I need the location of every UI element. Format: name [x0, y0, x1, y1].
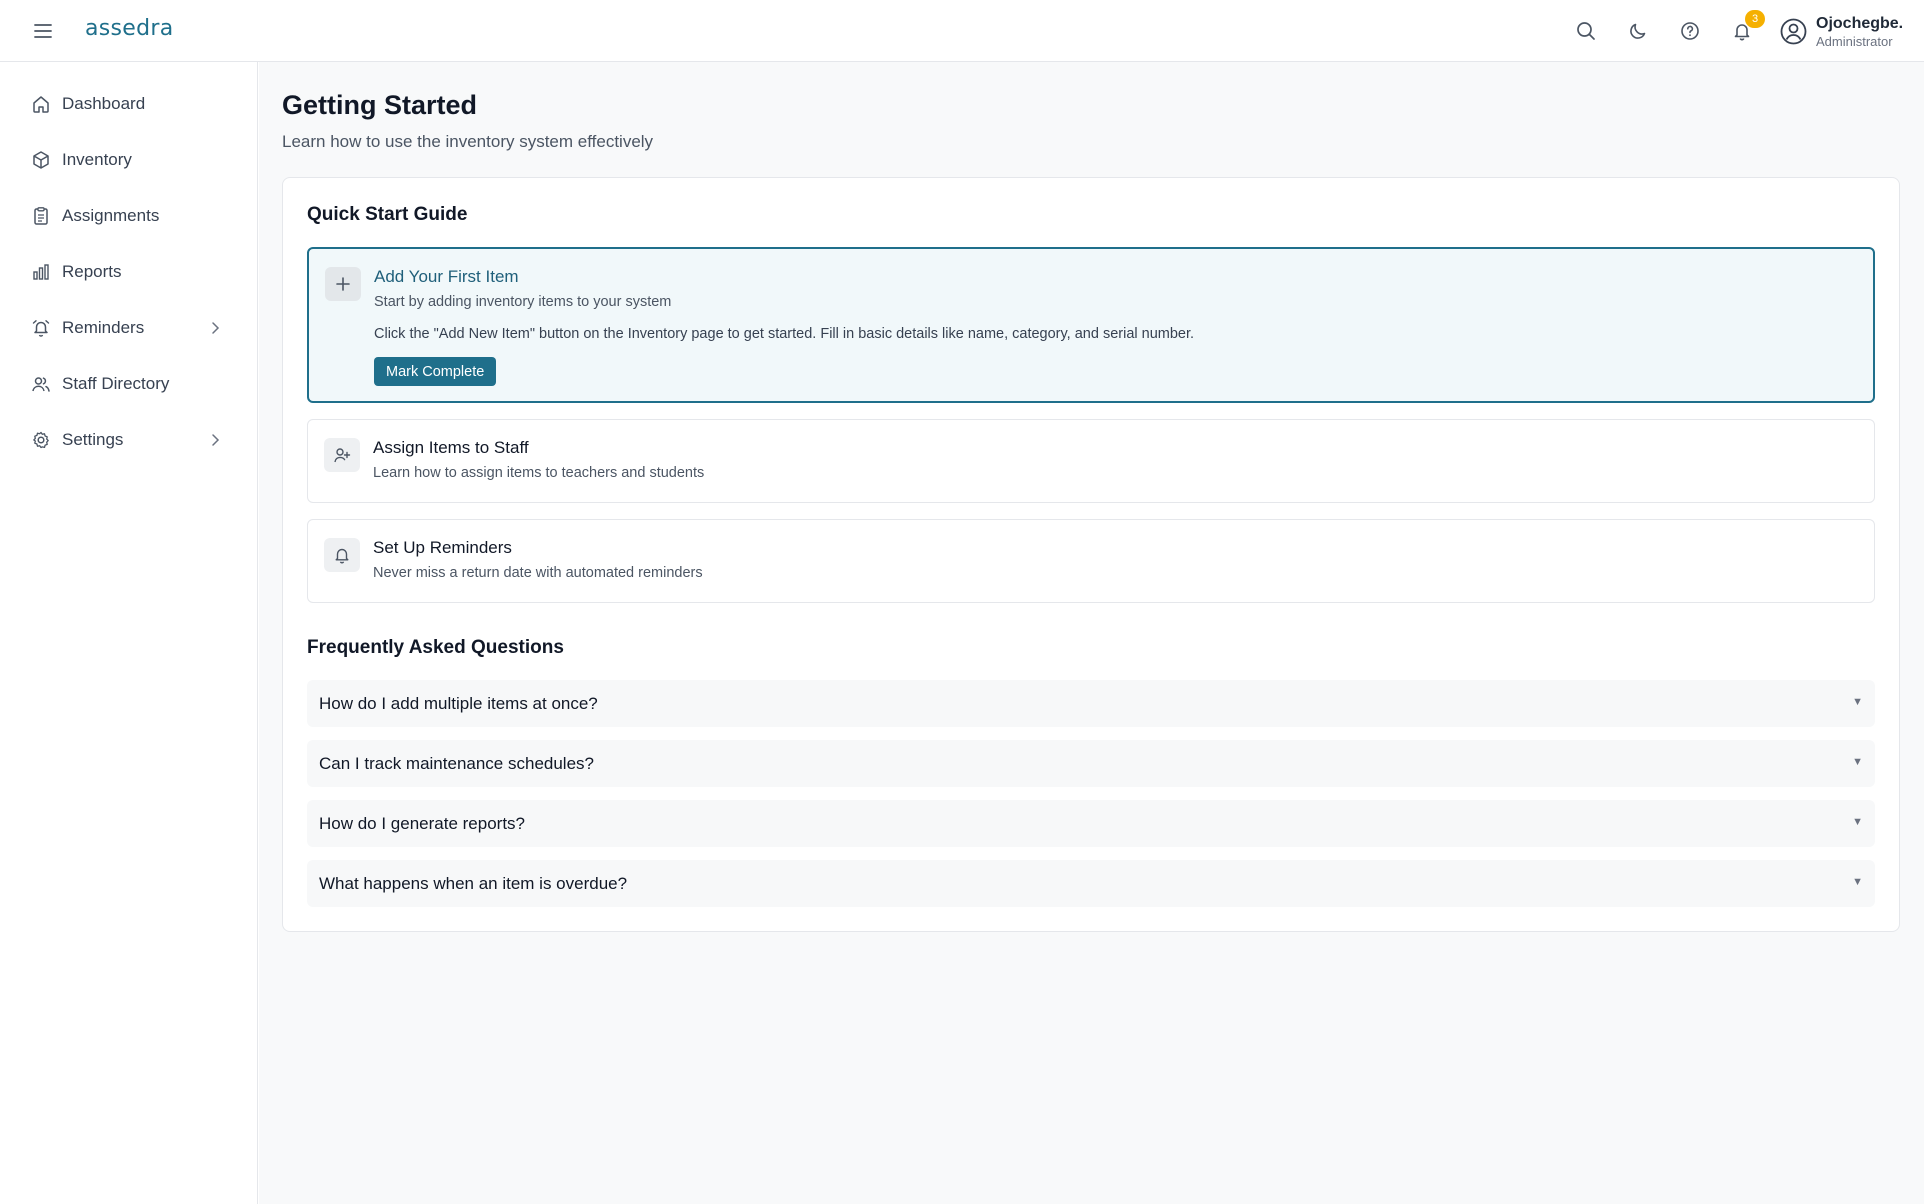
moon-icon — [1630, 23, 1646, 39]
sidebar-item-label: Reports — [62, 262, 122, 281]
sidebar: Dashboard Inventory Assignments Reports … — [0, 62, 258, 1204]
faq-item[interactable]: How do I generate reports? ▼ — [307, 800, 1875, 847]
quick-start-title: Quick Start Guide — [307, 204, 468, 225]
gear-icon — [30, 429, 52, 451]
users-icon — [30, 373, 52, 395]
sidebar-item-inventory[interactable]: Inventory — [20, 138, 240, 182]
guide-title: Assign Items to Staff — [373, 438, 529, 457]
faq-item[interactable]: Can I track maintenance schedules? ▼ — [307, 740, 1875, 787]
faq-title: Frequently Asked Questions — [307, 637, 564, 658]
guide-detail: Click the "Add New Item" button on the I… — [374, 326, 1195, 342]
sidebar-item-staff-directory[interactable]: Staff Directory — [20, 362, 240, 406]
alarm-icon — [30, 317, 52, 339]
faq-question: What happens when an item is overdue? — [319, 874, 628, 893]
user-role: Administrator — [1816, 34, 1893, 49]
caret-down-icon: ▼ — [1852, 876, 1863, 888]
chevron-right-icon — [212, 434, 220, 446]
faq-question: How do I generate reports? — [319, 814, 526, 833]
sidebar-item-settings[interactable]: Settings — [20, 418, 240, 462]
faq-question: How do I add multiple items at once? — [319, 694, 598, 713]
mark-complete-button[interactable]: Mark Complete — [374, 357, 497, 386]
dark-mode-toggle[interactable] — [1625, 18, 1651, 44]
sidebar-item-reminders[interactable]: Reminders — [20, 306, 240, 350]
sidebar-item-label: Dashboard — [62, 94, 146, 113]
menu-icon — [34, 24, 52, 38]
faq-item[interactable]: How do I add multiple items at once? ▼ — [307, 680, 1875, 727]
caret-down-icon: ▼ — [1852, 696, 1863, 708]
home-icon — [30, 93, 52, 115]
caret-down-icon: ▼ — [1852, 816, 1863, 828]
guide-item-set-up-reminders[interactable]: Set Up Reminders Never miss a return dat… — [307, 519, 1875, 603]
main-content: Getting Started Learn how to use the inv… — [259, 62, 1924, 1204]
user-circle-icon — [1780, 18, 1806, 44]
top-bar: assedra 3 Ojochegbe. Administrator — [0, 0, 1924, 62]
sidebar-item-label: Inventory — [62, 150, 132, 169]
guide-item-assign-items[interactable]: Assign Items to Staff Learn how to assig… — [307, 419, 1875, 503]
help-button[interactable] — [1677, 18, 1703, 44]
sidebar-item-label: Settings — [62, 430, 124, 449]
menu-toggle-button[interactable] — [30, 19, 56, 43]
faq-item[interactable]: What happens when an item is overdue? ▼ — [307, 860, 1875, 907]
guide-description: Never miss a return date with automated … — [373, 565, 703, 581]
caret-down-icon: ▼ — [1852, 756, 1863, 768]
search-icon — [1577, 22, 1595, 40]
getting-started-card: Quick Start Guide Add Your First Item St… — [282, 177, 1900, 932]
user-plus-icon — [324, 438, 360, 472]
guide-title: Add Your First Item — [374, 267, 519, 286]
guide-item-add-first-item[interactable]: Add Your First Item Start by adding inve… — [307, 247, 1875, 403]
sidebar-item-label: Reminders — [62, 318, 145, 337]
guide-title: Set Up Reminders — [373, 538, 512, 557]
sidebar-item-assignments[interactable]: Assignments — [20, 194, 240, 238]
notification-badge: 3 — [1745, 10, 1765, 28]
sidebar-item-label: Staff Directory — [62, 374, 170, 393]
search-button[interactable] — [1573, 18, 1599, 44]
sidebar-item-dashboard[interactable]: Dashboard — [20, 82, 240, 126]
sidebar-item-reports[interactable]: Reports — [20, 250, 240, 294]
clipboard-icon — [30, 205, 52, 227]
guide-description: Learn how to assign items to teachers an… — [373, 465, 705, 481]
page-title: Getting Started — [282, 90, 478, 120]
bell-icon — [324, 538, 360, 572]
faq-question: Can I track maintenance schedules? — [319, 754, 594, 773]
help-icon — [1681, 22, 1699, 40]
app-logo[interactable]: assedra — [85, 16, 174, 41]
page-subtitle: Learn how to use the inventory system ef… — [282, 132, 654, 151]
guide-description: Start by adding inventory items to your … — [374, 294, 672, 310]
user-menu-button[interactable] — [1779, 17, 1807, 45]
user-name[interactable]: Ojochegbe. — [1816, 15, 1903, 33]
plus-icon — [325, 267, 361, 301]
chevron-right-icon — [212, 322, 220, 334]
box-icon — [30, 149, 52, 171]
sidebar-item-label: Assignments — [62, 206, 160, 225]
bar-chart-icon — [30, 261, 52, 283]
